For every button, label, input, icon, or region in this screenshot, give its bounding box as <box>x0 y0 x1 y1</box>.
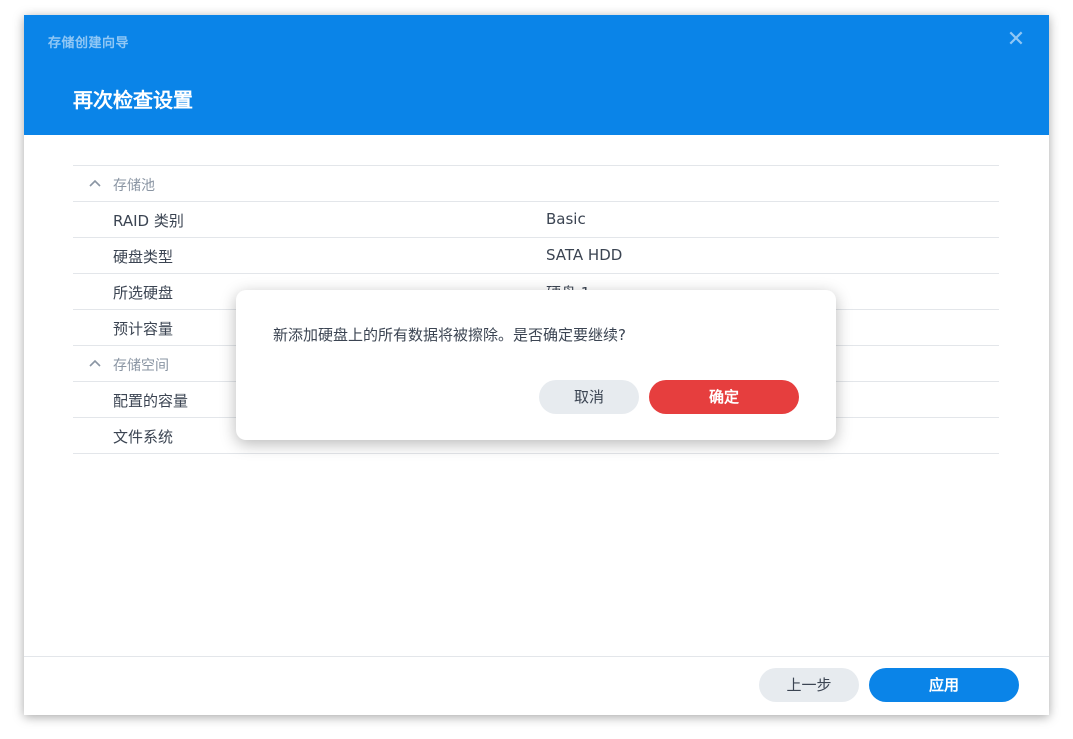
modal-overlay: 新添加硬盘上的所有数据将被擦除。是否确定要继续? 取消 确定 <box>0 0 1073 739</box>
cancel-button[interactable]: 取消 <box>539 380 639 414</box>
confirm-button[interactable]: 确定 <box>649 380 799 414</box>
confirm-dialog: 新添加硬盘上的所有数据将被擦除。是否确定要继续? 取消 确定 <box>236 290 836 440</box>
confirm-message: 新添加硬盘上的所有数据将被擦除。是否确定要继续? <box>273 326 626 344</box>
